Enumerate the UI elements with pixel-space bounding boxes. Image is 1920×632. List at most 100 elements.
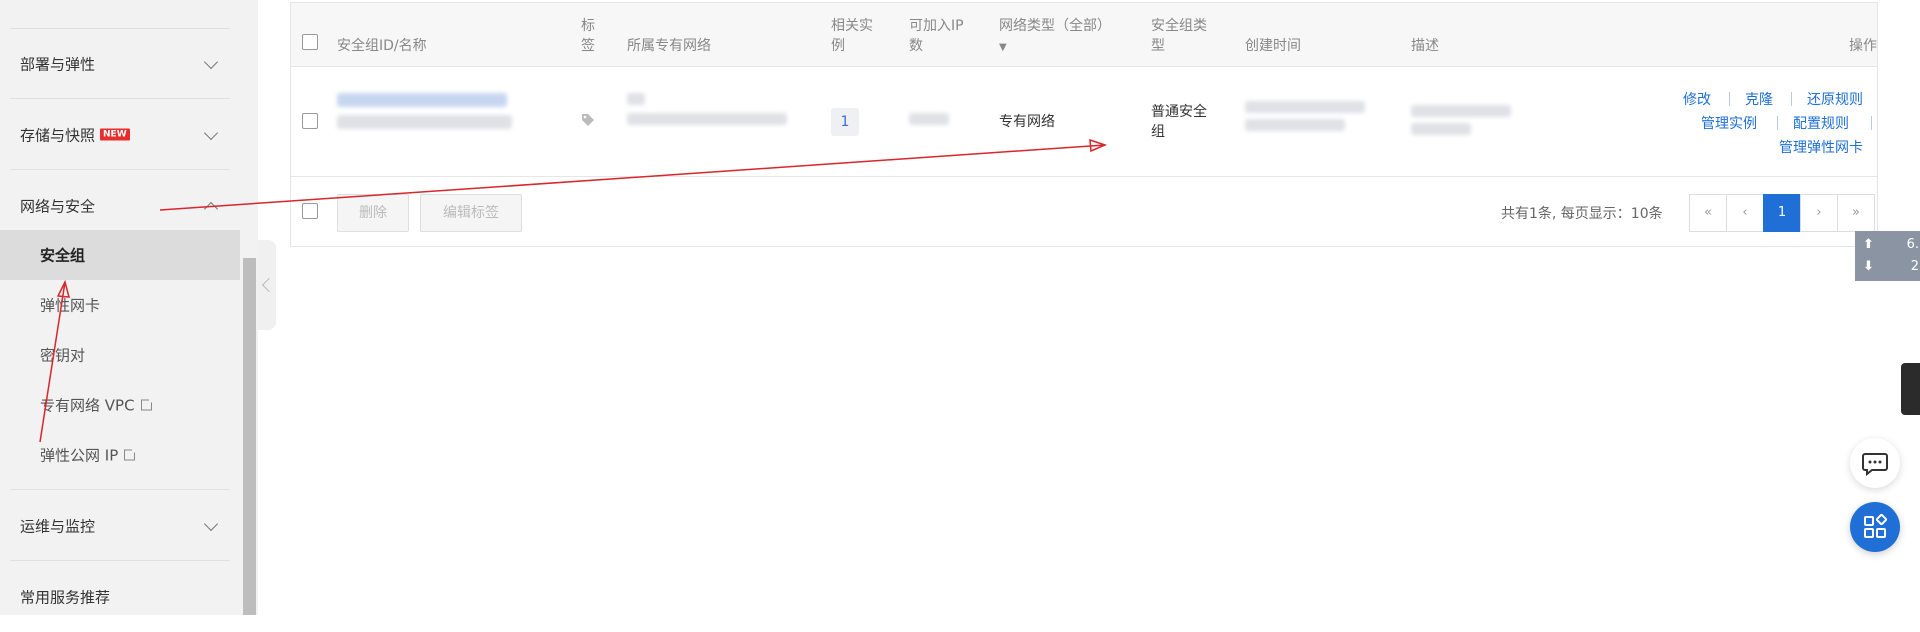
- sidebar-group-label: 存储与快照 NEW: [20, 124, 130, 145]
- column-header-sg-type-line: 型: [1151, 38, 1165, 54]
- column-header-created: 创建时间: [1245, 38, 1301, 54]
- pagination: « ‹ 1 › »: [1689, 194, 1875, 232]
- sidebar-item-text: 弹性公网 IP: [40, 446, 119, 465]
- column-header-instances-line: 相关实: [831, 18, 873, 34]
- redacted-created: [1245, 119, 1345, 131]
- sidebar: 部署与弹性 存储与快照 NEW 网络与安全 安全组 弹性网卡 密钥对 专有网络 V…: [0, 0, 240, 615]
- sidebar-group-label: 常用服务推荐: [20, 588, 111, 606]
- sidebar-item-eip[interactable]: 弹性公网 IP: [0, 430, 240, 480]
- column-header-ip-line: 数: [909, 38, 923, 54]
- sidebar-item-label: 安全组: [40, 246, 86, 265]
- page-1-button[interactable]: 1: [1763, 194, 1801, 232]
- manage-instances-link[interactable]: 管理实例: [1701, 113, 1757, 133]
- sidebar-item-text: 专有网络 VPC: [40, 396, 135, 415]
- download-speed: ⬇ 2: [1861, 256, 1919, 278]
- column-header-instances-line: 例: [831, 38, 845, 54]
- column-header-instances: 相关实例: [831, 16, 873, 56]
- footer-select-all-checkbox[interactable]: [302, 203, 318, 219]
- column-header-net-type-filter[interactable]: 网络类型（全部） ▼: [999, 16, 1111, 58]
- edit-tags-button[interactable]: 编辑标签: [420, 194, 522, 232]
- restore-rules-link[interactable]: 还原规则: [1807, 89, 1863, 109]
- sidebar-item-security-group[interactable]: 安全组: [0, 230, 240, 280]
- column-header-vpc: 所属专有网络: [627, 38, 711, 54]
- chevron-down-icon: [203, 125, 219, 140]
- column-header-id: 安全组ID/名称: [337, 38, 427, 54]
- column-header-tag-line: 签: [581, 38, 595, 54]
- sidebar-group-ops[interactable]: 运维与监控: [0, 490, 240, 561]
- sg-type-line: 普通安全: [1151, 104, 1207, 120]
- configure-rules-link[interactable]: 配置规则: [1793, 113, 1849, 133]
- security-group-table: 安全组ID/名称 标签 所属专有网络 相关实例 可加入IP 数 网络类型（全部） ▼…: [290, 2, 1878, 247]
- last-page-button[interactable]: »: [1837, 194, 1875, 232]
- chat-icon: [1862, 453, 1888, 477]
- sg-type-value: 普通安全组: [1151, 102, 1207, 142]
- arrow-down-icon: ⬇: [1863, 259, 1874, 274]
- instance-count-badge[interactable]: 1: [831, 108, 859, 136]
- upload-value: 6.: [1906, 237, 1919, 252]
- external-link-icon: [124, 447, 138, 461]
- sidebar-group-label: 部署与弹性: [20, 55, 96, 73]
- sidebar-collapse-handle[interactable]: [258, 240, 277, 330]
- separator: [1729, 92, 1730, 106]
- sidebar-item-label: 密钥对: [40, 346, 86, 365]
- clone-link[interactable]: 克隆: [1745, 89, 1773, 109]
- table-footer: 删除 编辑标签 共有1条, 每页显示：10条 « ‹ 1 › »: [291, 177, 1877, 248]
- sidebar-group-label: 网络与安全: [20, 197, 96, 215]
- column-header-sg-type: 安全组类型: [1151, 16, 1207, 56]
- sidebar-scrollbar-thumb[interactable]: [243, 258, 256, 615]
- redacted-vpc: [627, 93, 645, 105]
- column-header-ip-count: 可加入IP 数: [909, 16, 964, 56]
- select-all-checkbox[interactable]: [302, 34, 318, 50]
- redacted-vpc: [627, 113, 787, 125]
- separator: [1791, 92, 1792, 106]
- redacted-name: [337, 115, 512, 129]
- caret-down-icon: ▼: [999, 42, 1007, 53]
- net-type-value: 专有网络: [999, 114, 1055, 130]
- apps-icon: [1864, 513, 1888, 538]
- chat-button[interactable]: [1850, 438, 1900, 488]
- redacted-id-link[interactable]: [337, 93, 507, 107]
- sidebar-item-vpc[interactable]: 专有网络 VPC: [0, 380, 240, 430]
- prev-page-button[interactable]: ‹: [1726, 194, 1764, 232]
- chevron-left-icon: [261, 277, 277, 293]
- redacted-desc: [1411, 123, 1471, 135]
- sidebar-group-label: 运维与监控: [20, 517, 96, 535]
- separator: [1871, 116, 1872, 130]
- column-header-tag-line: 标: [581, 18, 595, 34]
- modify-link[interactable]: 修改: [1683, 89, 1711, 109]
- sidebar-item-eni[interactable]: 弹性网卡: [0, 280, 240, 330]
- chevron-up-icon: [203, 201, 219, 216]
- column-header-ops: 操作: [1849, 38, 1877, 54]
- manage-eni-link[interactable]: 管理弹性网卡: [1779, 137, 1863, 157]
- sidebar-group-deploy[interactable]: 部署与弹性: [0, 28, 240, 99]
- sg-type-line: 组: [1151, 124, 1165, 140]
- column-header-tag: 标签: [581, 16, 595, 56]
- row-checkbox[interactable]: [302, 113, 318, 129]
- external-link-icon: [140, 397, 154, 411]
- side-mini-panel[interactable]: [1901, 363, 1920, 415]
- sidebar-item-label: 专有网络 VPC: [40, 395, 154, 416]
- next-page-button[interactable]: ›: [1800, 194, 1838, 232]
- pagination-summary: 共有1条, 每页显示：10条: [1501, 206, 1663, 222]
- delete-button[interactable]: 删除: [337, 194, 409, 232]
- chevron-down-icon: [203, 516, 219, 531]
- tag-icon[interactable]: [581, 113, 595, 127]
- sidebar-group-storage[interactable]: 存储与快照 NEW: [0, 99, 240, 170]
- arrow-up-icon: ⬆: [1863, 237, 1874, 252]
- sidebar-group-recommend[interactable]: 常用服务推荐: [0, 561, 240, 632]
- redacted-created: [1245, 101, 1365, 113]
- sidebar-item-label: 弹性网卡: [40, 296, 101, 315]
- sidebar-item-label: 弹性公网 IP: [40, 445, 138, 466]
- first-page-button[interactable]: «: [1689, 194, 1727, 232]
- column-header-net-type: 网络类型（全部）: [999, 18, 1111, 34]
- chevron-down-icon: [203, 54, 219, 69]
- network-speed-widget[interactable]: ⬆ 6. ⬇ 2: [1855, 231, 1920, 281]
- sidebar-item-keypair[interactable]: 密钥对: [0, 330, 240, 380]
- table-header: 安全组ID/名称 标签 所属专有网络 相关实例 可加入IP 数 网络类型（全部） ▼…: [291, 3, 1877, 67]
- column-header-sg-type-line: 安全组类: [1151, 18, 1207, 34]
- table-row: 1 专有网络 普通安全组 修改 克隆 还原规则 管理实例 配置规则 管理弹性网卡: [291, 67, 1877, 177]
- apps-button[interactable]: [1850, 502, 1900, 552]
- separator: [1777, 116, 1778, 130]
- new-badge: NEW: [100, 128, 130, 140]
- redacted-desc: [1411, 105, 1511, 117]
